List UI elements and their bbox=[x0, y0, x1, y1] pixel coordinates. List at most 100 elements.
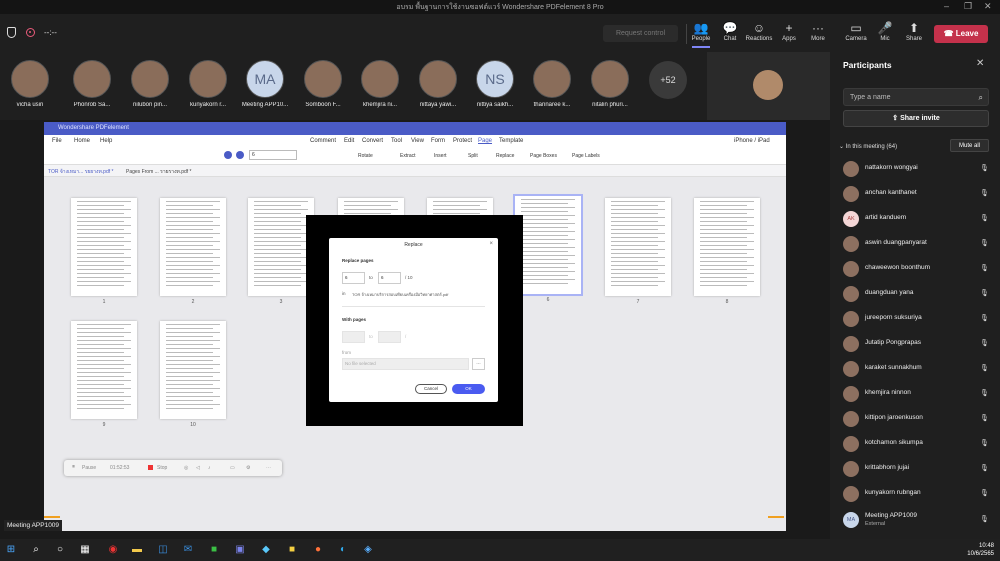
participant-row[interactable]: jureeporn suksuriya 🎙 bbox=[843, 309, 993, 329]
menu-protect[interactable]: Protect bbox=[453, 138, 472, 144]
reactions-button[interactable]: ☺ Reactions bbox=[744, 20, 774, 42]
chat-button[interactable]: 💬 Chat bbox=[715, 20, 745, 42]
participant-row[interactable]: MA Meeting APP1009 External 🎙 bbox=[843, 510, 993, 530]
share-invite-button[interactable]: ⇪ Share invite bbox=[843, 110, 989, 127]
webcam-icon[interactable]: ◎ bbox=[184, 465, 188, 471]
strip-participant[interactable]: kunyakorn r... bbox=[179, 60, 237, 108]
teams-icon[interactable]: ▣ bbox=[234, 544, 246, 556]
share-button[interactable]: ⬆ Share bbox=[899, 20, 929, 42]
page-thumbnail[interactable] bbox=[160, 321, 226, 419]
strip-participant[interactable]: khemjira ni... bbox=[351, 60, 409, 108]
firefox-icon[interactable]: ● bbox=[312, 544, 324, 556]
zoom-select[interactable]: 6 bbox=[249, 150, 297, 160]
speaker-icon[interactable]: ◁ bbox=[196, 465, 200, 471]
strip-participant[interactable]: Phonrob Sa... bbox=[63, 60, 121, 108]
strip-participant[interactable]: vicha usiri bbox=[1, 60, 59, 108]
participant-row[interactable]: Jutatip Pongprapas 🎙 bbox=[843, 334, 993, 354]
menu-file[interactable]: File bbox=[52, 138, 62, 144]
menu-comment[interactable]: Comment bbox=[310, 138, 336, 144]
strip-participant[interactable]: thannaree k... bbox=[523, 60, 581, 108]
menu-view[interactable]: View bbox=[411, 138, 424, 144]
app-icon[interactable]: ◆ bbox=[260, 544, 272, 556]
with-to-input[interactable] bbox=[378, 331, 401, 343]
chrome-icon[interactable]: ◉ bbox=[107, 544, 119, 556]
minimize-icon[interactable]: – bbox=[944, 1, 949, 11]
settings-icon[interactable]: ⚙ bbox=[246, 465, 250, 471]
participant-row[interactable]: duangduan yana 🎙 bbox=[843, 284, 993, 304]
participant-row[interactable]: khemjira ninnon 🎙 bbox=[843, 384, 993, 404]
pause-label[interactable]: Pause bbox=[82, 465, 96, 471]
page-thumbnail[interactable] bbox=[71, 198, 137, 296]
people-button[interactable]: 👥 People bbox=[686, 20, 716, 48]
zoom-out-icon[interactable] bbox=[224, 151, 232, 159]
widgets-icon[interactable]: ▦ bbox=[79, 544, 91, 556]
device-button[interactable]: iPhone / iPad bbox=[734, 138, 770, 144]
page-thumbnail[interactable] bbox=[605, 198, 671, 296]
strip-participant[interactable]: NS nittiya saikh... bbox=[466, 60, 524, 108]
camera-button[interactable]: ▭ Camera bbox=[841, 20, 871, 42]
menu-template[interactable]: Template bbox=[499, 138, 523, 144]
menu-convert[interactable]: Convert bbox=[362, 138, 383, 144]
search-input[interactable]: Type a name ⌕ bbox=[843, 88, 989, 106]
participant-row[interactable]: kunyakorn rubngan 🎙 bbox=[843, 484, 993, 504]
menu-page[interactable]: Page bbox=[478, 138, 492, 144]
strip-participant[interactable]: nittaya yawi... bbox=[409, 60, 467, 108]
ok-button[interactable]: OK bbox=[452, 384, 485, 394]
menu-tool[interactable]: Tool bbox=[391, 138, 402, 144]
participant-row[interactable]: nattakorn wongyai 🎙 bbox=[843, 159, 993, 179]
doc-tab-2[interactable]: Pages From ... รายรางท.pdf * bbox=[126, 168, 192, 176]
stop-icon[interactable] bbox=[148, 465, 153, 470]
in-meeting-toggle[interactable]: ⌄ In this meeting (64) bbox=[839, 143, 897, 150]
cancel-button[interactable]: Cancel bbox=[415, 384, 447, 394]
leave-button[interactable]: ☎ Leave bbox=[934, 25, 988, 43]
participant-row[interactable]: krittabhorn jujai 🎙 bbox=[843, 459, 993, 479]
zoom-in-icon[interactable] bbox=[236, 151, 244, 159]
doc-tab-1[interactable]: TOR จ้างเหมา... รยยางท.pdf * bbox=[48, 168, 113, 176]
browse-button[interactable]: ··· bbox=[472, 358, 485, 370]
strip-participant[interactable]: MA Meeting APP10... bbox=[236, 60, 294, 108]
page-boxes-button[interactable]: Page Boxes bbox=[530, 153, 557, 159]
replace-from-input[interactable]: 6 bbox=[342, 272, 365, 284]
more-options-icon[interactable]: ⋯ bbox=[266, 465, 271, 471]
page-labels-button[interactable]: Page Labels bbox=[572, 153, 600, 159]
strip-participant[interactable]: nitalin phuri... bbox=[581, 60, 639, 108]
more-participants-button[interactable]: +52 bbox=[649, 61, 687, 99]
close-icon[interactable]: × bbox=[489, 241, 493, 247]
participant-row[interactable]: kotchamon sikumpa 🎙 bbox=[843, 434, 993, 454]
screen-icon[interactable]: ▭ bbox=[230, 465, 235, 471]
insert-button[interactable]: Insert bbox=[434, 153, 447, 159]
page-thumbnail[interactable] bbox=[694, 198, 760, 296]
request-control-button[interactable]: Request control bbox=[603, 25, 678, 42]
participant-row[interactable]: chaweewon boonthum 🎙 bbox=[843, 259, 993, 279]
extract-button[interactable]: Extract bbox=[400, 153, 416, 159]
source-file-input[interactable]: No file selected bbox=[342, 358, 469, 370]
participant-row[interactable]: anchan kanthanet 🎙 bbox=[843, 184, 993, 204]
task-view-icon[interactable]: ○ bbox=[54, 544, 66, 556]
split-button[interactable]: Split bbox=[468, 153, 478, 159]
pause-icon[interactable]: ⏸ bbox=[72, 464, 75, 471]
sticky-notes-icon[interactable]: ■ bbox=[286, 544, 298, 556]
mute-all-button[interactable]: Mute all bbox=[950, 139, 989, 152]
participant-row[interactable]: AK artid kanduem 🎙 bbox=[843, 209, 993, 229]
mail-icon[interactable]: ✉ bbox=[182, 544, 194, 556]
rotate-button[interactable]: Rotate bbox=[358, 153, 373, 159]
line-icon[interactable]: ■ bbox=[208, 544, 220, 556]
clock[interactable]: 10:48 10/6/2565 bbox=[962, 542, 994, 558]
more-button[interactable]: ··· More bbox=[803, 20, 833, 42]
close-window-icon[interactable]: ✕ bbox=[984, 1, 992, 12]
menu-form[interactable]: Form bbox=[431, 138, 445, 144]
mic-icon[interactable]: ♪ bbox=[208, 465, 211, 471]
with-from-input[interactable] bbox=[342, 331, 365, 343]
page-thumbnail[interactable] bbox=[248, 198, 314, 296]
mic-button[interactable]: 🎤 Mic bbox=[870, 20, 900, 42]
search-icon[interactable]: ⌕ bbox=[30, 544, 42, 556]
store-icon[interactable]: ◫ bbox=[157, 544, 169, 556]
close-icon[interactable]: ✕ bbox=[976, 58, 984, 69]
strip-participant[interactable]: nilubon pin... bbox=[121, 60, 179, 108]
replace-button[interactable]: Replace bbox=[496, 153, 514, 159]
file-explorer-icon[interactable]: ▬ bbox=[131, 544, 143, 556]
maximize-icon[interactable]: ❐ bbox=[964, 1, 972, 12]
page-thumbnail[interactable] bbox=[513, 194, 583, 296]
apps-button[interactable]: + Apps bbox=[774, 20, 804, 42]
replace-to-input[interactable]: 6 bbox=[378, 272, 401, 284]
